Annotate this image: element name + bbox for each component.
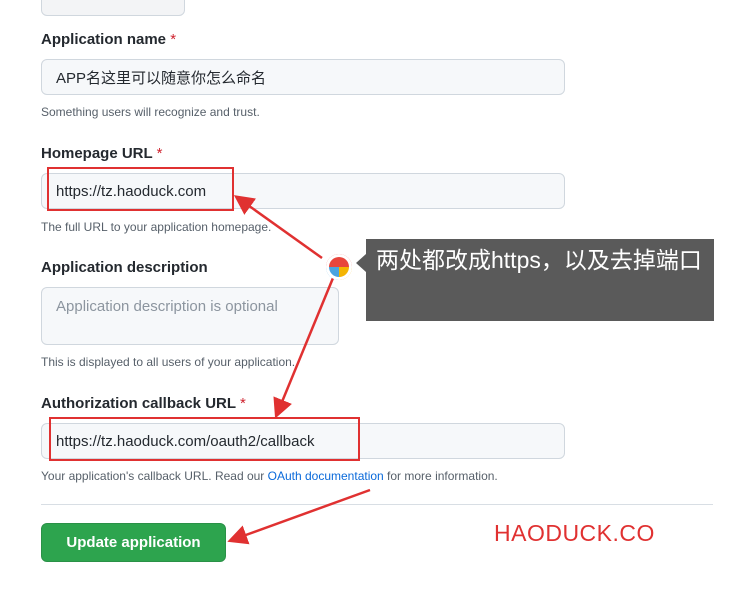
- arrow-to-homepage: [233, 195, 323, 260]
- callout-pointer: [356, 254, 366, 272]
- arrow-to-callback: [273, 277, 335, 419]
- avatar: [326, 254, 352, 280]
- arrow-to-update-button: [227, 488, 371, 545]
- annotation-callout: 两处都改成https，以及去掉端口: [366, 239, 714, 321]
- watermark: HAODUCK.CO: [494, 520, 655, 546]
